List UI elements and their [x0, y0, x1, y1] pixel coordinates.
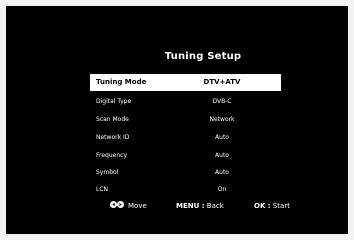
- menu-item-network-id[interactable]: Network ID Auto: [90, 129, 281, 146]
- menu-item-value: DTV+ATV: [203, 78, 241, 86]
- page-title: Tuning Setup: [164, 51, 242, 62]
- hint-back: MENU : Back: [176, 198, 224, 214]
- menu-item-value: Auto: [215, 169, 229, 176]
- menu-key-label: MENU :: [176, 202, 205, 210]
- ok-key-label: OK :: [254, 202, 271, 210]
- tv-screen: Tuning Setup Tuning Mode DTV+ATV Digital…: [6, 6, 348, 234]
- menu-item-label: Scan Mode: [96, 116, 129, 123]
- hint-back-label: Back: [206, 202, 224, 210]
- hint-move-label: Move: [128, 202, 147, 210]
- menu-item-symbol[interactable]: Symbol Auto: [90, 164, 281, 181]
- menu-item-label: Digital Type: [96, 98, 132, 105]
- menu-item-lcn[interactable]: LCN On: [90, 181, 281, 198]
- hint-start-label: Start: [272, 202, 290, 210]
- menu-item-value: Network: [209, 116, 235, 123]
- tuning-setup-menu: Tuning Setup Tuning Mode DTV+ATV Digital…: [88, 37, 318, 228]
- menu-item-value: DVB-C: [212, 98, 232, 105]
- menu-item-label: Symbol: [96, 169, 119, 176]
- menu-item-frequency[interactable]: Frequency Auto: [90, 147, 281, 164]
- menu-item-value: Auto: [215, 152, 229, 159]
- menu-item-value: Auto: [215, 134, 229, 141]
- menu-item-label: Tuning Mode: [96, 78, 147, 86]
- menu-item-digital-type[interactable]: Digital Type DVB-C: [90, 93, 281, 110]
- menu-item-scan-mode[interactable]: Scan Mode Network: [90, 111, 281, 128]
- menu-item-label: Network ID: [96, 134, 130, 141]
- menu-item-value: On: [217, 186, 227, 193]
- menu-item-label: LCN: [96, 186, 109, 193]
- menu-item-tuning-mode[interactable]: Tuning Mode DTV+ATV: [90, 74, 281, 91]
- key-hint-bar: Move MENU : Back OK : Start: [88, 198, 318, 214]
- hint-move: Move: [110, 198, 147, 214]
- left-right-arrows-icon: [110, 198, 124, 214]
- hint-start: OK : Start: [254, 198, 290, 214]
- menu-item-label: Frequency: [96, 152, 127, 159]
